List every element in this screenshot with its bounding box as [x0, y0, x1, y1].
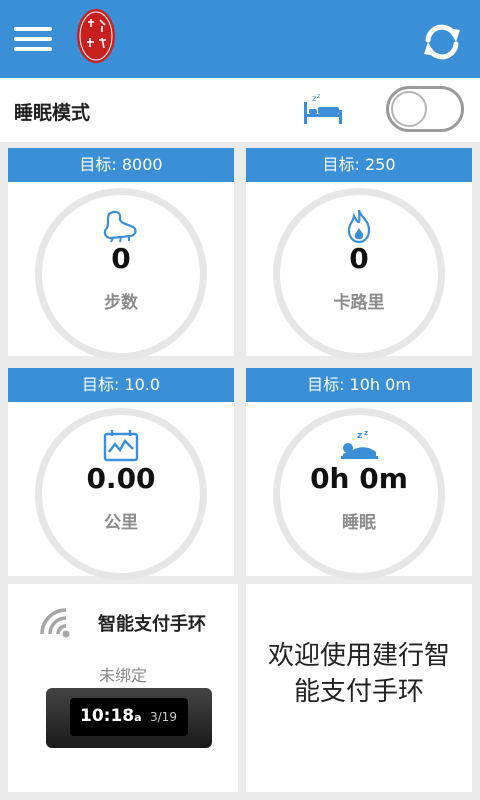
band-device-image[interactable]: 10:18a 3/19 — [46, 688, 212, 748]
top-app-bar — [0, 0, 480, 78]
svg-text:z: z — [312, 94, 316, 103]
refresh-sync-icon[interactable] — [418, 18, 466, 66]
calories-card[interactable]: 目标: 250 0 卡路里 — [246, 148, 472, 360]
steps-goal: 目标: 8000 — [8, 148, 234, 182]
flame-calorie-icon — [347, 209, 371, 244]
toggle-knob — [391, 91, 427, 127]
steps-card[interactable]: 目标: 8000 0 步数 — [8, 148, 234, 360]
band-status: 未绑定 — [98, 666, 147, 685]
shoe-steps-icon — [103, 210, 137, 243]
distance-card[interactable]: 目标: 10.0 0.00 公里 — [8, 368, 234, 580]
band-screen-time: 10:18a — [80, 706, 142, 726]
sleep-card[interactable]: 目标: 10h 0m z z 0h 0m 睡眠 — [246, 368, 472, 580]
calories-goal: 目标: 250 — [246, 148, 472, 182]
distance-value: 0.00 — [86, 462, 156, 495]
svg-text:z: z — [317, 93, 320, 100]
distance-label: 公里 — [104, 513, 138, 533]
calories-value: 0 — [349, 242, 369, 275]
welcome-card: 欢迎使用建行智能支付手环 — [246, 584, 472, 792]
steps-label: 步数 — [104, 293, 138, 313]
sleep-label: 睡眠 — [342, 513, 376, 533]
steps-value: 0 — [111, 242, 131, 275]
sleep-mode-toggle[interactable] — [386, 86, 464, 132]
seal-logo-icon — [77, 9, 115, 63]
menu-line — [14, 27, 52, 31]
band-title: 智能支付手环 — [98, 614, 206, 635]
distance-goal: 目标: 10.0 — [8, 368, 234, 402]
sleep-mode-label: 睡眠模式 — [14, 102, 91, 124]
distance-monitor-icon — [103, 430, 139, 462]
menu-line — [14, 47, 52, 51]
sleeping-person-icon: z z — [341, 429, 378, 459]
calories-label: 卡路里 — [333, 293, 385, 313]
hamburger-menu-icon[interactable] — [14, 27, 54, 51]
sleep-value: 0h 0m — [310, 462, 408, 495]
wireless-signal-icon — [40, 608, 70, 638]
bed-sleep-icon: z z — [304, 93, 342, 124]
band-screen-date: 3/19 — [150, 710, 177, 724]
svg-text:z: z — [364, 429, 368, 437]
svg-text:z: z — [357, 431, 362, 441]
band-screen: 10:18a 3/19 — [70, 698, 188, 736]
sleep-goal: 目标: 10h 0m — [246, 368, 472, 402]
menu-line — [14, 37, 52, 41]
payment-band-card[interactable]: 智能支付手环 未绑定 10:18a 3/19 — [8, 584, 238, 792]
welcome-text: 欢迎使用建行智能支付手环 — [267, 641, 450, 707]
